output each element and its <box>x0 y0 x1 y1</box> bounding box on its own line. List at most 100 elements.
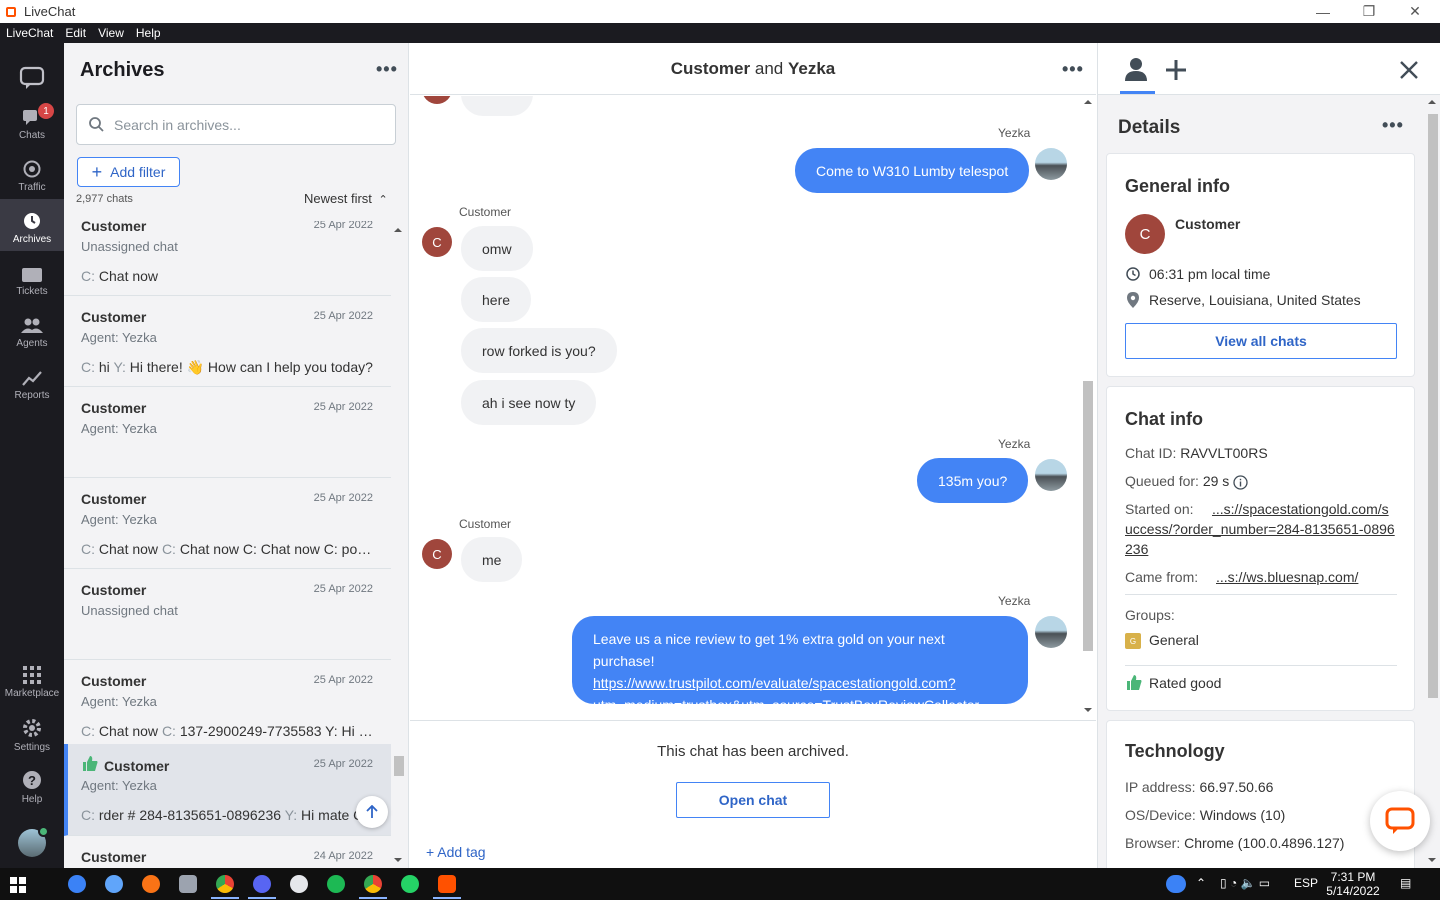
online-status-dot <box>38 826 49 837</box>
list-item[interactable]: Customer 25 Apr 2022 Agent: Yezka C: hi … <box>64 296 391 387</box>
nav-item-settings[interactable]: Settings <box>0 707 64 759</box>
list-item[interactable]: Customer 25 Apr 2022 Agent: Yezka C: Cha… <box>64 478 391 569</box>
agent-message-avatar <box>1035 459 1067 491</box>
chat-scrollbar[interactable] <box>1082 96 1094 718</box>
spotify-icon[interactable] <box>327 875 345 893</box>
details-scrollbar[interactable] <box>1426 96 1439 868</box>
list-item[interactable]: Customer 25 Apr 2022 Unassigned chat C: … <box>64 221 391 296</box>
taskbar-app-icon[interactable] <box>290 875 308 893</box>
menu-livechat[interactable]: LiveChat <box>0 26 59 40</box>
header-agent: Yezka <box>787 58 836 78</box>
chat-more-button[interactable]: ••• <box>1062 59 1084 80</box>
row-status: Agent: Yezka <box>81 421 157 436</box>
chat-widget-icon <box>1385 807 1415 834</box>
taskbar-clock[interactable]: 7:31 PM 5/14/2022 <box>1318 870 1388 898</box>
rating: Rated good <box>1149 675 1222 691</box>
livechat-app-icon <box>6 6 16 17</box>
traffic-icon <box>23 160 41 178</box>
tray-expand-icon[interactable]: ⌃ <box>1196 876 1206 890</box>
list-item[interactable]: Customer 25 Apr 2022 Agent: Yezka <box>64 387 391 478</box>
started-on-link-end[interactable]: 236 <box>1125 541 1148 557</box>
taskbar-app-icon[interactable] <box>68 875 86 893</box>
browser: Browser: Chrome (100.0.4896.127) <box>1125 835 1345 851</box>
nav-label-agents: Agents <box>16 338 48 349</box>
info-icon[interactable] <box>1233 475 1248 490</box>
archives-more-button[interactable]: ••• <box>376 59 398 80</box>
started-on-link[interactable]: ...s://spacestationgold.com/s <box>1212 501 1389 517</box>
archive-search-box[interactable] <box>76 104 396 145</box>
whatsapp-icon[interactable] <box>401 875 419 893</box>
search-icon <box>89 117 104 132</box>
row-date: 25 Apr 2022 <box>313 401 373 413</box>
technology-title: Technology <box>1125 741 1225 761</box>
list-item[interactable]: Customer 24 Apr 2022 <box>64 836 391 868</box>
gear-icon <box>23 719 41 737</box>
add-tag-link[interactable]: + Add tag <box>426 844 486 860</box>
details-more-button[interactable]: ••• <box>1382 115 1404 136</box>
details-scroll-area: General info C Customer 06:31 pm local t… <box>1098 153 1426 868</box>
menu-edit[interactable]: Edit <box>59 26 92 40</box>
view-all-chats-button[interactable]: View all chats <box>1125 323 1397 359</box>
menu-help[interactable]: Help <box>130 26 167 40</box>
firefox-icon[interactable] <box>142 875 160 893</box>
row-name: Customer <box>81 221 147 234</box>
language-indicator[interactable]: ESP <box>1294 876 1318 890</box>
livechat-taskbar-icon[interactable] <box>438 875 456 893</box>
tray-icons[interactable]: ▯ ◔ 🔈 ▭ <box>1220 876 1270 890</box>
tab-customer-details[interactable] <box>1125 57 1147 81</box>
thumbs-up-icon <box>1127 675 1142 690</box>
chrome-icon[interactable] <box>216 875 234 893</box>
sort-dropdown[interactable]: Newest first ⌃ <box>304 191 388 206</box>
list-item[interactable]: Customer 25 Apr 2022 Unassigned chat <box>64 569 391 660</box>
review-link-line1[interactable]: https://www.trustpilot.com/evaluate/spac… <box>593 675 956 691</box>
sender-label: Yezka <box>998 126 1031 140</box>
details-title: Details <box>1118 117 1181 138</box>
review-link-line2[interactable]: utm_medium=trustbox&utm_source=TrustBoxR… <box>593 697 979 713</box>
open-chat-button[interactable]: Open chat <box>676 782 830 818</box>
nav-item-reports[interactable]: Reports <box>0 355 64 407</box>
review-message-bubble: Leave us a nice review to get 1% extra g… <box>572 616 1028 713</box>
close-window-button[interactable]: ✕ <box>1392 0 1438 23</box>
local-time: 06:31 pm local time <box>1149 266 1271 282</box>
row-status: Agent: Yezka <box>81 778 157 793</box>
nav-label-marketplace: Marketplace <box>4 688 60 699</box>
came-from-link[interactable]: ...s://ws.bluesnap.com/ <box>1216 569 1358 585</box>
close-icon[interactable] <box>1400 61 1418 79</box>
add-filter-button[interactable]: + Add filter <box>77 157 180 187</box>
started-on-link-cont[interactable]: uccess/?order_number=284-8135651-0896 <box>1125 521 1395 537</box>
taskbar-app-icon[interactable] <box>105 875 123 893</box>
add-tab-icon[interactable] <box>1165 59 1187 81</box>
nav-item-agents[interactable]: Agents <box>0 303 64 355</box>
discord-icon[interactable] <box>253 875 271 893</box>
nav-item-marketplace[interactable]: Marketplace <box>0 655 64 705</box>
chat-footer: This chat has been archived. Open chat +… <box>410 720 1096 868</box>
nav-item-archives[interactable]: Archives <box>0 199 64 251</box>
notifications-icon[interactable]: ▤ <box>1400 876 1411 890</box>
nav-label-traffic: Traffic <box>18 182 46 193</box>
list-item[interactable]: Customer 25 Apr 2022 Agent: Yezka C: Cha… <box>64 660 391 751</box>
livechat-widget-button[interactable] <box>1370 791 1430 851</box>
scroll-to-top-button[interactable] <box>356 796 388 828</box>
nav-item-chats[interactable]: Chats 1 <box>0 95 64 147</box>
tray-app-icon[interactable] <box>1166 875 1186 893</box>
minimize-button[interactable]: — <box>1300 0 1346 23</box>
nav-item-tickets[interactable]: Tickets <box>0 251 64 303</box>
plus-icon: + <box>91 161 103 182</box>
row-status: Agent: Yezka <box>81 330 157 345</box>
agent-avatar[interactable] <box>18 826 49 857</box>
nav-item-help[interactable]: ? Help <box>0 759 64 811</box>
nav-item-traffic[interactable]: Traffic <box>0 147 64 199</box>
calculator-icon[interactable] <box>179 875 197 893</box>
archives-title: Archives <box>80 59 165 81</box>
nav-home[interactable] <box>0 43 64 101</box>
maximize-button[interactable]: ❐ <box>1346 0 1392 23</box>
location: Reserve, Louisiana, United States <box>1149 292 1361 308</box>
agent-message-avatar <box>1035 616 1067 648</box>
menu-view[interactable]: View <box>92 26 130 40</box>
windows-start-icon[interactable] <box>10 877 26 893</box>
list-item-selected[interactable]: Customer 25 Apr 2022 Agent: Yezka C: rde… <box>64 744 391 836</box>
chrome-icon[interactable] <box>364 875 382 893</box>
archive-list-scrollbar[interactable] <box>392 221 404 868</box>
os-device: OS/Device: Windows (10) <box>1125 807 1286 823</box>
search-input[interactable] <box>114 116 374 133</box>
